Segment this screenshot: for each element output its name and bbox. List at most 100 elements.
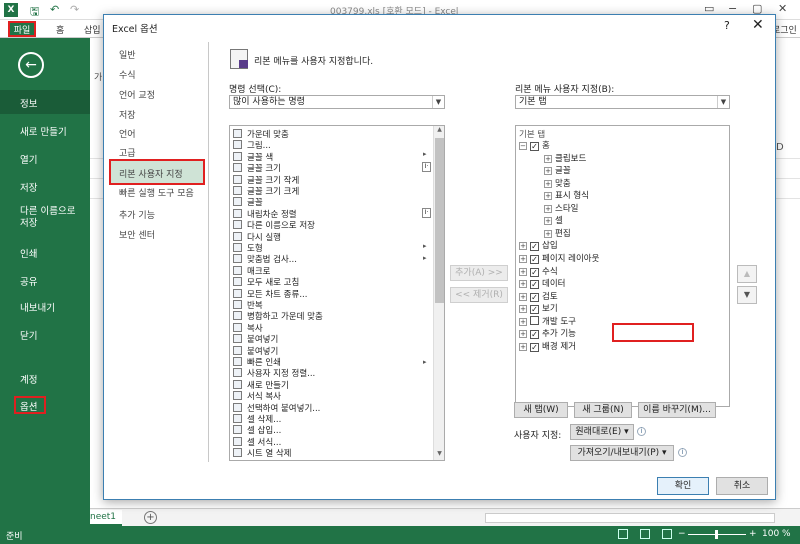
import-export-combo[interactable]: 가져오기/내보내기(P) ▾ — [570, 445, 674, 461]
checkbox[interactable]: ✓ — [530, 242, 539, 252]
nav-quick-access-toolbar[interactable]: 빠른 실행 도구 모음 — [119, 186, 194, 199]
expand-icon[interactable]: + — [519, 330, 527, 339]
command-list-item[interactable]: 글꼴 크기 — [233, 162, 281, 174]
scroll-up-icon[interactable]: ▲ — [434, 126, 444, 136]
dialog-close-icon[interactable]: ✕ — [752, 17, 764, 33]
zoom-level[interactable]: 100 % — [762, 529, 791, 539]
command-list-item[interactable]: 시트 열 삭제 — [233, 447, 292, 459]
cancel-button[interactable]: 취소 — [716, 477, 768, 495]
nav-advanced[interactable]: 고급 — [119, 146, 136, 159]
tab-home[interactable]: 홈 — [56, 23, 64, 36]
ribbon-tree[interactable]: 기본 탭 − ✓ 홈 + 클립보드 + 글꼴 + 맞춤 + 표시 형식 + 스타일 + 셀 + 편집 + ✓ 삽입 + ✓… — [515, 125, 730, 407]
command-list-item[interactable]: 내림차순 정렬 — [233, 208, 297, 220]
command-list-item[interactable]: 새로 만들기 — [233, 379, 289, 391]
checkbox[interactable]: ✓ — [530, 292, 539, 302]
commands-list[interactable]: 가운데 맞춤 그림... 글꼴 색 글꼴 크기 글꼴 크기 작게 글꼴 크기 크게 글꼴 내림… — [229, 125, 445, 461]
expand-icon[interactable]: + — [544, 204, 552, 213]
commands-scrollbar[interactable]: ▲ ▼ — [433, 126, 444, 460]
ribbon-tree-item[interactable]: + ✓ 검토 — [519, 290, 558, 302]
checkbox[interactable]: ✓ — [530, 267, 539, 277]
remove-button[interactable]: << 제거(R) — [450, 287, 508, 303]
new-sheet-icon[interactable]: + — [144, 511, 157, 524]
help-icon[interactable]: ? — [724, 19, 730, 32]
redo-icon[interactable]: ↷ — [70, 3, 79, 16]
ribbon-tree-item[interactable]: + 표시 형식 — [544, 189, 589, 201]
command-list-item[interactable]: 선택하여 붙여넣기... — [233, 402, 320, 414]
ribbon-tree-item[interactable]: + 맞춤 — [544, 177, 571, 189]
ribbon-tree-item[interactable]: + ✓ 페이지 레이아웃 — [519, 252, 599, 264]
command-list-item[interactable]: 가운데 맞춤 — [233, 128, 289, 140]
nav-general[interactable]: 일반 — [119, 48, 136, 61]
command-list-item[interactable]: 글꼴 크기 크게 — [233, 185, 299, 197]
horizontal-scrollbar[interactable] — [485, 513, 775, 523]
command-list-item[interactable]: 글꼴 크기 작게 — [233, 174, 299, 186]
expand-icon[interactable]: + — [544, 179, 552, 188]
command-list-item[interactable]: 셀 삽입... — [233, 424, 281, 436]
add-button[interactable]: 추가(A) >> — [450, 265, 508, 281]
command-list-item[interactable]: 사용자 지정 정렬... — [233, 367, 315, 379]
undo-icon[interactable]: ↶ — [50, 3, 59, 16]
move-down-button[interactable]: ▼ — [737, 286, 757, 304]
checkbox[interactable]: ✓ — [530, 142, 539, 151]
checkbox[interactable]: ✓ — [530, 342, 539, 352]
rename-button[interactable]: 이름 바꾸기(M)... — [638, 402, 716, 418]
ribbon-tree-item[interactable]: + 스타일 — [544, 202, 578, 214]
expand-icon[interactable]: + — [544, 217, 552, 226]
expand-icon[interactable]: + — [519, 317, 527, 326]
backstage-item-save[interactable]: 저장 — [20, 180, 37, 194]
ribbon-tree-item[interactable]: + 글꼴 — [544, 164, 571, 176]
view-pagebreak-icon[interactable] — [662, 529, 672, 539]
expand-icon[interactable]: + — [519, 280, 527, 289]
command-list-item[interactable]: 셀 서식... — [233, 436, 281, 448]
nav-language[interactable]: 언어 — [119, 127, 136, 140]
ribbon-tree-item[interactable]: − ✓ 홈 — [519, 139, 550, 151]
backstage-item-close[interactable]: 닫기 — [20, 328, 37, 342]
command-list-item[interactable]: 병합하고 가운데 맞춤 — [233, 310, 323, 322]
command-list-item[interactable]: 맞춤법 검사... — [233, 253, 297, 265]
expand-icon[interactable]: + — [519, 254, 527, 263]
command-list-item[interactable]: 붙여넣기 — [233, 345, 278, 357]
backstage-item-save-as[interactable]: 다른 이름으로 저장 — [20, 206, 86, 230]
expand-icon[interactable]: + — [519, 267, 527, 276]
scroll-down-icon[interactable]: ▼ — [434, 450, 444, 460]
nav-add-ins[interactable]: 추가 기능 — [119, 208, 155, 221]
command-list-item[interactable]: 모든 차트 종류... — [233, 288, 307, 300]
zoom-slider-thumb[interactable] — [715, 530, 718, 539]
zoom-out-icon[interactable]: − — [678, 529, 686, 539]
move-up-button[interactable]: ▲ — [737, 265, 757, 283]
info-icon[interactable]: i — [637, 427, 646, 436]
ribbon-tree-item[interactable]: + 편집 — [544, 227, 571, 239]
view-layout-icon[interactable] — [640, 529, 650, 539]
expand-icon[interactable]: + — [519, 305, 527, 314]
command-list-item[interactable]: 매크로 — [233, 265, 270, 277]
ribbon-tree-item[interactable]: + ✓ 삽입 — [519, 239, 558, 252]
nav-save[interactable]: 저장 — [119, 108, 136, 121]
ribbon-combo[interactable]: 기본 탭 ▼ — [515, 95, 730, 109]
ribbon-tree-item[interactable]: + ✓ 배경 제거 — [519, 340, 576, 352]
command-list-item[interactable]: 그림... — [233, 139, 271, 151]
command-list-item[interactable]: 글꼴 — [233, 196, 263, 208]
backstage-item-new[interactable]: 새로 만들기 — [20, 124, 67, 138]
ribbon-tree-item[interactable]: + 개발 도구 — [519, 315, 576, 327]
commands-combo[interactable]: 많이 사용하는 명령 ▼ — [229, 95, 445, 109]
ribbon-tree-item[interactable]: + ✓ 데이터 — [519, 277, 565, 290]
nav-proofing[interactable]: 언어 교정 — [119, 88, 155, 101]
checkbox[interactable]: ✓ — [530, 305, 539, 315]
nav-customize-ribbon[interactable]: 리본 사용자 지정 — [119, 167, 183, 180]
nav-formulas[interactable]: 수식 — [119, 68, 136, 81]
view-normal-icon[interactable] — [618, 529, 628, 539]
checkbox[interactable]: ✓ — [530, 280, 539, 290]
scroll-thumb[interactable] — [435, 138, 444, 303]
ribbon-tree-item[interactable]: + 클립보드 — [544, 152, 586, 164]
expand-icon[interactable]: + — [519, 342, 527, 351]
ribbon-tree-item[interactable]: + ✓ 보기 — [519, 302, 558, 315]
reset-combo[interactable]: 원래대로(E) ▾ — [570, 424, 634, 440]
command-list-item[interactable]: 반복 — [233, 299, 263, 311]
checkbox[interactable]: ✓ — [530, 254, 539, 264]
sheet-tab[interactable]: neet1 — [90, 510, 122, 526]
command-list-item[interactable]: 다른 이름으로 저장 — [233, 219, 315, 231]
expand-icon[interactable]: + — [544, 192, 552, 201]
nav-trust-center[interactable]: 보안 센터 — [119, 228, 155, 241]
collapse-icon[interactable]: − — [519, 142, 527, 150]
ok-button[interactable]: 확인 — [657, 477, 709, 495]
